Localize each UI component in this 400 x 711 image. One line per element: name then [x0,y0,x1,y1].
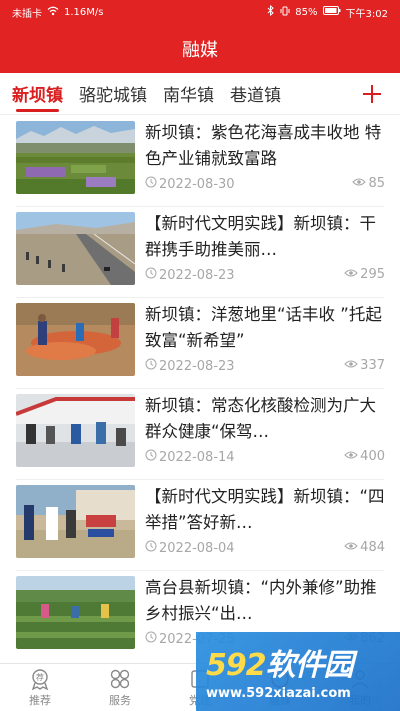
status-bar: 未插卡 1.16M/s 85% 下午3:02 [0,0,400,24]
channel-tabs: 新坝镇 骆驼城镇 南华镇 巷道镇 [0,73,400,115]
eye-icon [344,267,358,282]
view-count: 484 [360,540,385,555]
article-date: 2022-08-23 [159,358,235,374]
network-speed: 1.16M/s [64,6,104,18]
tab-xiangdao[interactable]: 巷道镇 [230,73,281,115]
article-title: 新坝镇：常态化核酸检测为广大群众健康“保驾… [145,396,376,441]
article-thumbnail [16,485,135,558]
article-title: 新坝镇：洋葱地里“话丰收 ”托起致富“新希望” [145,305,382,350]
tab-xinba[interactable]: 新坝镇 [12,73,63,115]
clock-icon [145,449,157,465]
watermark-logo: 592软件园 [206,648,354,683]
article-thumbnail [16,303,135,376]
page-title: 融媒 [182,39,218,61]
view-count: 400 [360,449,385,464]
view-count: 337 [360,358,385,373]
eye-icon [344,449,358,464]
svg-text:荐: 荐 [36,672,44,682]
tab-luotuocheng[interactable]: 骆驼城镇 [79,73,147,115]
list-item[interactable]: 新坝镇：紫色花海喜成丰收地 特色产业铺就致富路 2022-08-30 85 [0,116,400,207]
clock-icon [145,631,157,647]
eye-icon [344,540,358,555]
view-count: 295 [360,267,385,282]
clock-icon [145,540,157,556]
article-date: 2022-08-14 [159,449,235,465]
carrier-label: 未插卡 [12,8,42,20]
article-date: 2022-08-30 [159,176,235,192]
article-thumbnail [16,212,135,285]
eye-icon [352,176,367,191]
article-date: 2022-08-04 [159,540,235,556]
grid-icon [109,668,131,690]
article-title: 新坝镇：紫色花海喜成丰收地 特色产业铺就致富路 [145,123,382,168]
list-item[interactable]: 【新时代文明实践】新坝镇：“四举措”答好新… 2022-08-04 484 [0,480,400,571]
eye-icon [344,358,358,373]
site-watermark: 592软件园 www.592xiazai.com [196,632,400,711]
article-date: 2022-08-23 [159,267,235,283]
article-title: 【新时代文明实践】新坝镇：干群携手助推美丽… [145,214,376,259]
list-item[interactable]: 新坝镇：常态化核酸检测为广大群众健康“保驾… 2022-08-14 400 [0,389,400,480]
vibrate-icon [280,6,290,19]
clock-icon [145,358,157,374]
clock-icon [145,267,157,283]
nav-label: 服务 [109,693,131,707]
list-item[interactable]: 【新时代文明实践】新坝镇：干群携手助推美丽… 2022-08-23 295 [0,207,400,298]
article-title: 高台县新坝镇：“内外兼修”助推乡村振兴“出… [145,578,377,623]
nav-recommend[interactable]: 荐 推荐 [0,664,80,711]
wifi-icon [47,6,59,19]
app-bar: 融媒 [0,24,400,73]
list-item[interactable]: 新坝镇：洋葱地里“话丰收 ”托起致富“新希望” 2022-08-23 337 [0,298,400,389]
nav-label: 推荐 [29,693,51,707]
recommend-icon: 荐 [29,668,51,690]
article-thumbnail [16,121,135,194]
nav-service[interactable]: 服务 [80,664,160,711]
plus-icon[interactable] [358,77,386,111]
bluetooth-icon [267,4,275,19]
article-thumbnail [16,394,135,467]
article-thumbnail [16,576,135,649]
clock: 下午3:02 [345,8,388,20]
watermark-url: www.592xiazai.com [206,686,351,701]
article-title: 【新时代文明实践】新坝镇：“四举措”答好新… [145,487,385,532]
tab-nanhua[interactable]: 南华镇 [163,73,214,115]
battery-level: 85% [295,6,318,18]
view-count: 85 [368,176,385,191]
battery-icon [322,6,341,18]
clock-icon [145,176,157,192]
